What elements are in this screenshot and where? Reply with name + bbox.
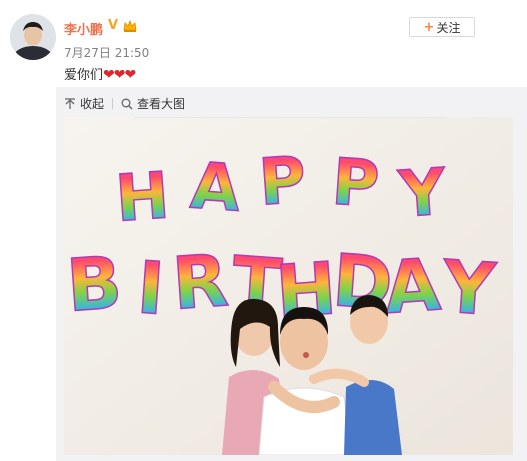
balloon-letter: P [257, 144, 309, 221]
username[interactable]: 李小鹏 [64, 19, 103, 38]
view-large-button[interactable]: 查看大图 [121, 95, 185, 112]
collapse-button[interactable]: 收起 [64, 95, 104, 112]
avatar[interactable] [10, 14, 56, 60]
follow-label: 关注 [436, 20, 461, 35]
avatar-portrait [10, 14, 56, 60]
balloon-letter: A [188, 149, 243, 226]
verified-badge: V [108, 18, 119, 33]
heart-emojis: ❤❤❤ [103, 67, 136, 83]
timestamp[interactable]: 7月27日 21:50 [64, 44, 149, 61]
balloon-letter: R [170, 238, 231, 326]
follow-button[interactable]: + 关注 [409, 17, 475, 37]
balloon-letter: B [64, 240, 125, 328]
magnifier-icon [121, 98, 133, 110]
balloon-letter: Y [439, 244, 499, 332]
view-large-label: 查看大图 [137, 97, 186, 111]
balloon-letter: P [329, 146, 381, 223]
collapse-up-icon [65, 97, 75, 109]
crown-icon [122, 18, 138, 34]
media-toolbar: 收起 查看大图 [64, 95, 185, 112]
toolbar-divider [112, 98, 114, 109]
balloon-letter: Y [396, 155, 449, 232]
birthday-photo: HAPPY B I RTHDAY [64, 117, 513, 455]
plus-icon: + [423, 19, 435, 35]
post-text: 爱你们 [64, 68, 104, 83]
post-photo[interactable]: HAPPY BIRTHDAY [64, 117, 513, 455]
balloon-letter: H [113, 159, 172, 237]
collapse-label: 收起 [80, 97, 105, 111]
post-content: 爱你们❤❤❤ [64, 64, 136, 83]
balloon-letter: A [382, 242, 444, 330]
